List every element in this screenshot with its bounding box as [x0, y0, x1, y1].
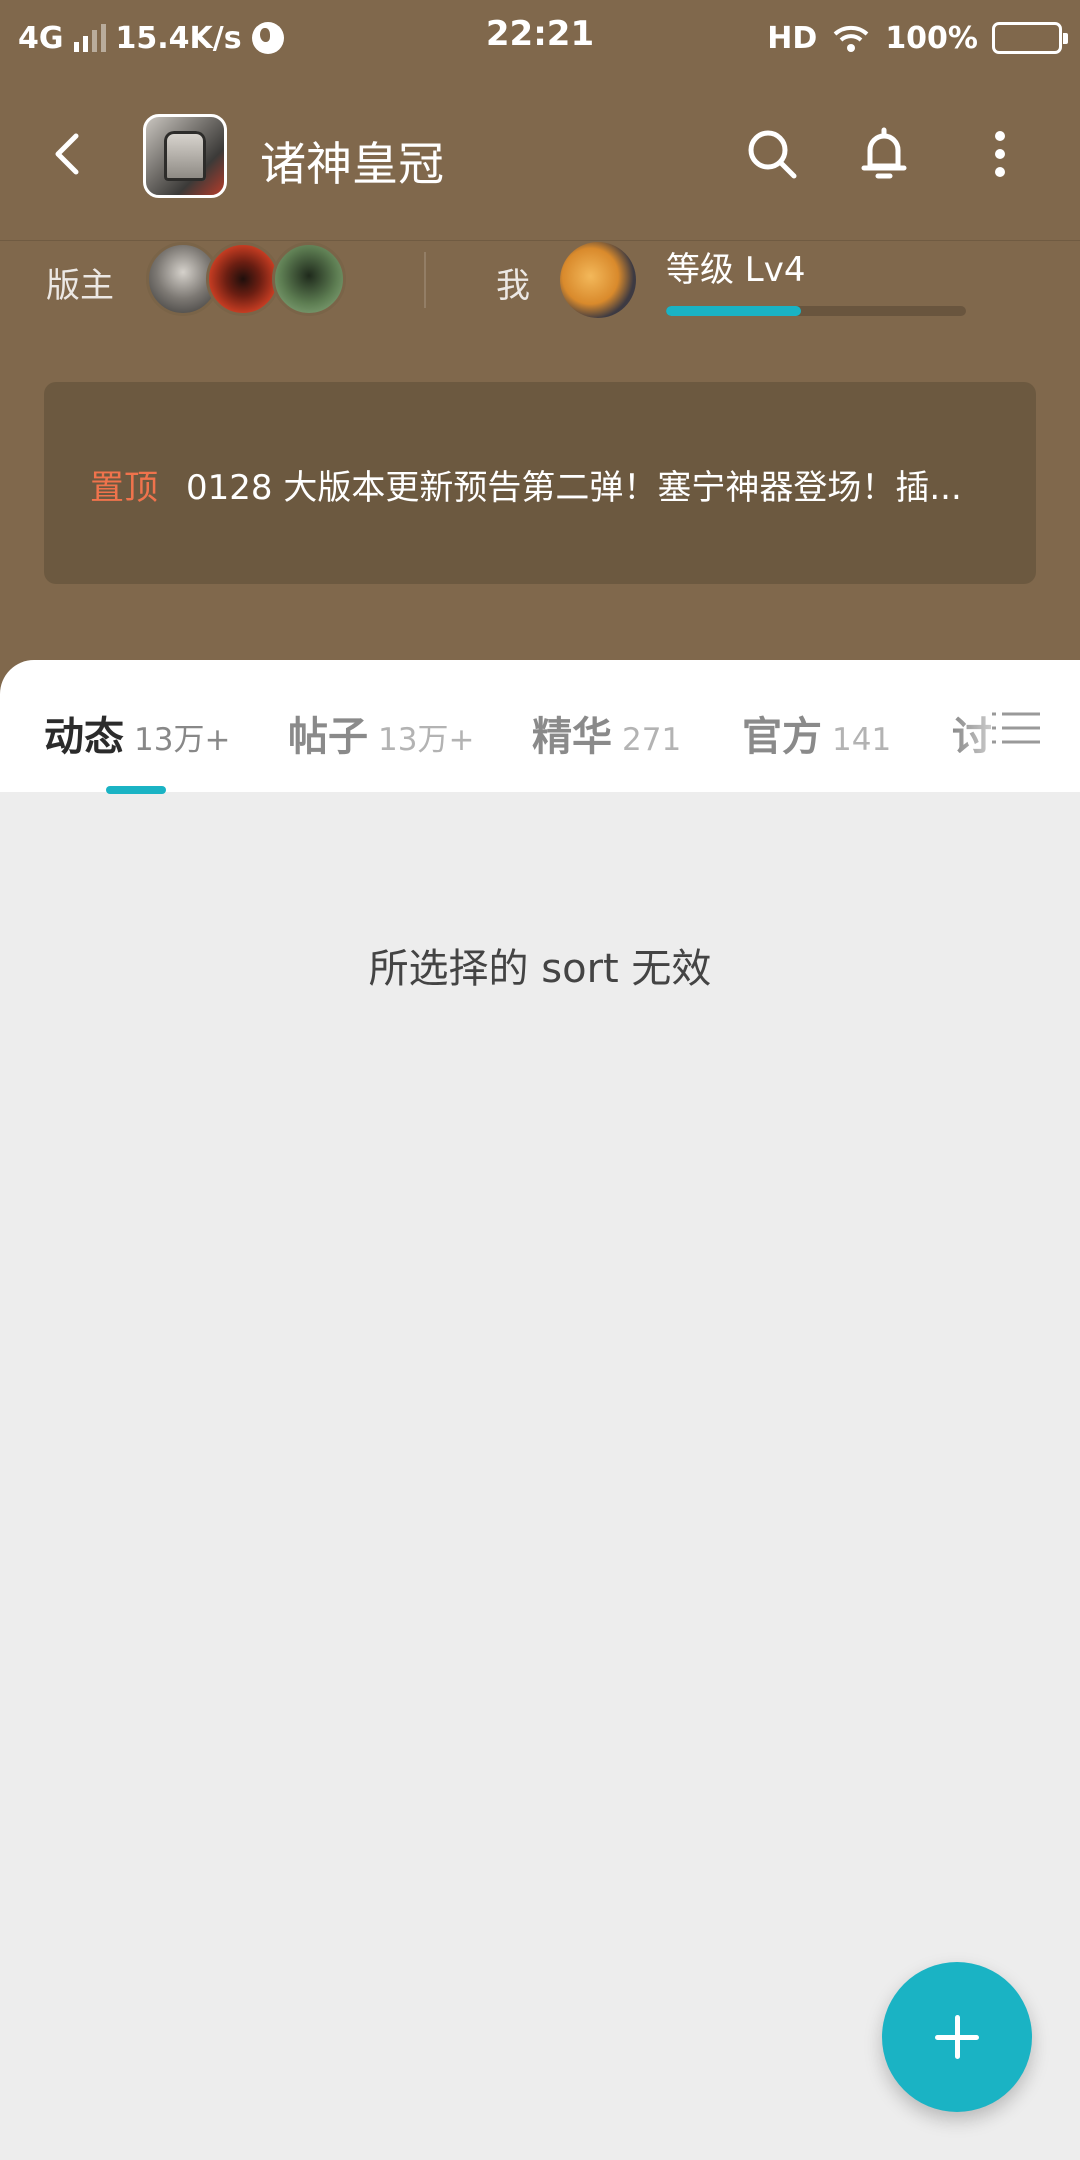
- battery-percent: 100%: [885, 20, 978, 56]
- divider: [424, 252, 426, 308]
- my-avatar[interactable]: [560, 242, 636, 318]
- tab-bar: 动态 13万+ 帖子 13万+ 精华 271 官方 141 讨: [0, 660, 1080, 794]
- pinned-post-title: 0128 大版本更新预告第二弹！塞宁神器登场！插...: [186, 468, 962, 508]
- level-progress-bar: [666, 306, 966, 316]
- tab-count: 271: [622, 722, 682, 758]
- wifi-icon: [833, 25, 869, 52]
- active-tab-indicator: [106, 786, 166, 794]
- tab-official[interactable]: 官方 141: [742, 704, 891, 762]
- tab-label: 官方: [742, 714, 822, 760]
- tab-dynamic[interactable]: 动态 13万+: [44, 704, 230, 762]
- moderator-avatar[interactable]: [272, 242, 346, 316]
- forum-title[interactable]: 诸神皇冠: [260, 128, 444, 194]
- status-right: HD 100%: [767, 16, 1068, 60]
- tab-label: 帖子: [288, 714, 368, 760]
- forum-avatar[interactable]: [143, 114, 227, 198]
- pinned-post[interactable]: 置顶 0128 大版本更新预告第二弹！塞宁神器登场！插...: [44, 382, 1036, 584]
- moderator-avatar[interactable]: [206, 242, 280, 316]
- bell-icon[interactable]: [852, 122, 916, 186]
- empty-state-message: 所选择的 sort 无效: [368, 946, 712, 992]
- new-post-fab[interactable]: [882, 1962, 1032, 2112]
- tab-label: 动态: [44, 714, 124, 760]
- tab-featured[interactable]: 精华 271: [532, 704, 681, 762]
- pinned-tag: 置顶: [90, 468, 158, 508]
- app-header: 诸神皇冠: [0, 100, 1080, 210]
- moderator-row: 版主 我 等级 Lv4: [0, 240, 1080, 320]
- level-label[interactable]: 等级 Lv4: [666, 242, 806, 291]
- tab-label: 精华: [532, 714, 612, 760]
- status-bar: 4G 15.4K/s 22:21 HD 100%: [0, 0, 1080, 76]
- tab-list-menu-icon[interactable]: [988, 708, 1044, 748]
- tab-count: 141: [832, 722, 892, 758]
- more-vertical-icon[interactable]: [968, 122, 1032, 186]
- battery-icon: [992, 22, 1068, 54]
- back-arrow-icon[interactable]: [40, 124, 100, 184]
- tab-posts[interactable]: 帖子 13万+: [288, 704, 474, 762]
- me-label: 我: [496, 266, 530, 306]
- tab-count: 13万+: [378, 722, 475, 758]
- search-icon[interactable]: [740, 122, 804, 186]
- tab-count: 13万+: [134, 722, 231, 758]
- level-progress-fill: [666, 306, 801, 316]
- moderators-label: 版主: [46, 266, 114, 306]
- hd-indicator: HD: [767, 20, 818, 56]
